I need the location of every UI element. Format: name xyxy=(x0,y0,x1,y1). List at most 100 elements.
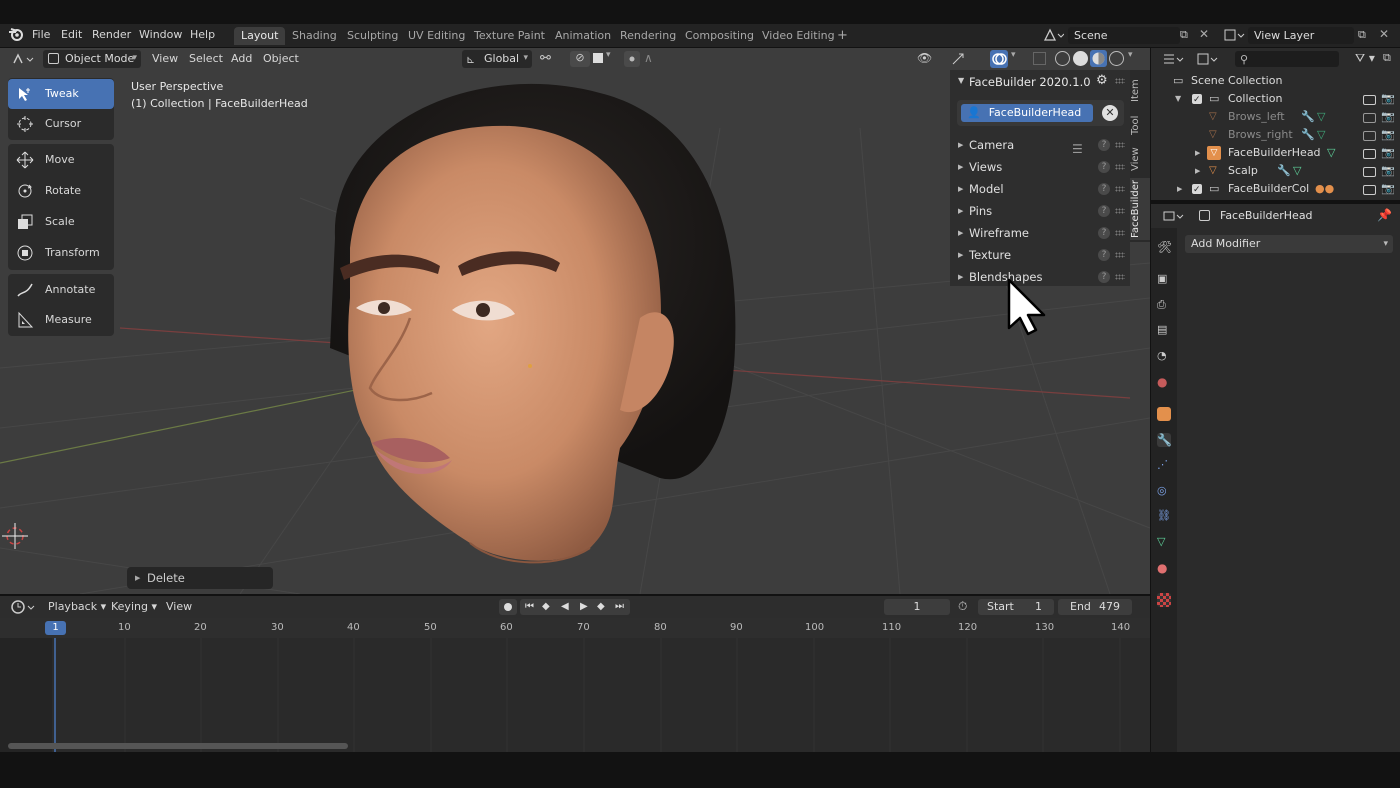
scene-name-field[interactable]: Scene xyxy=(1068,27,1180,44)
viewport-visibility-icon[interactable] xyxy=(1363,95,1376,105)
tab-uv-editing[interactable]: UV Editing xyxy=(401,27,472,45)
drag-handle-icon[interactable] xyxy=(1115,164,1125,170)
outliner-row-scalp[interactable]: ▶ ▽ Scalp 🔧 ▽ 📷 xyxy=(1151,162,1400,180)
outliner-row-scene-collection[interactable]: ▭ Scene Collection xyxy=(1151,72,1400,90)
chevron-down-icon[interactable]: ▾ xyxy=(1011,50,1016,60)
jump-end-icon[interactable]: ⏭ xyxy=(615,599,624,615)
menu-view[interactable]: View xyxy=(152,52,178,65)
add-modifier-dropdown[interactable]: Add Modifier ▾ xyxy=(1185,235,1393,253)
menu-help[interactable]: Help xyxy=(190,28,215,41)
scene-selector-icon[interactable] xyxy=(1042,27,1068,44)
tab-texture-paint[interactable]: Texture Paint xyxy=(467,27,552,45)
menu-render[interactable]: Render xyxy=(92,28,131,41)
output-tab-icon[interactable]: ⎙ xyxy=(1157,298,1171,312)
delete-scene-icon[interactable]: ✕ xyxy=(1199,27,1213,41)
menu-window[interactable]: Window xyxy=(139,28,182,41)
section-views[interactable]: ▶ Views ? xyxy=(950,156,1130,178)
drag-handle-icon[interactable] xyxy=(1115,252,1125,258)
viewport-visibility-icon[interactable] xyxy=(1363,113,1376,123)
delete-view-layer-icon[interactable]: ✕ xyxy=(1379,27,1393,41)
stopwatch-icon[interactable]: ⏱ xyxy=(958,599,967,614)
menu-add[interactable]: Add xyxy=(231,52,252,65)
help-icon[interactable]: ? xyxy=(1098,161,1110,173)
help-icon[interactable]: ? xyxy=(1098,183,1110,195)
next-keyframe-icon[interactable]: ◆ xyxy=(597,599,605,615)
help-icon[interactable]: ? xyxy=(1098,139,1110,151)
delete-head-icon[interactable]: ✕ xyxy=(1102,105,1118,121)
rendered-shading-icon[interactable] xyxy=(1109,51,1124,66)
facebuilder-head-button[interactable]: 👤 FaceBuilderHead xyxy=(961,104,1093,122)
section-camera[interactable]: ▶ Camera ☰ ? xyxy=(950,134,1130,156)
tool-move[interactable]: Move xyxy=(8,145,114,175)
expand-icon[interactable]: ▼ xyxy=(1175,90,1181,108)
new-scene-icon[interactable]: ⧉ xyxy=(1180,28,1194,42)
snap-target-icon[interactable] xyxy=(593,53,603,63)
camera-group-icon[interactable]: ●● xyxy=(1315,180,1334,198)
solid-shading-icon[interactable] xyxy=(1073,51,1088,66)
tab-animation[interactable]: Animation xyxy=(548,27,618,45)
object-tab-icon[interactable] xyxy=(1157,407,1171,421)
editor-type-icon[interactable] xyxy=(10,51,38,67)
tab-video-editing[interactable]: Video Editing xyxy=(755,27,842,45)
outliner-row-brows-left[interactable]: ▽ Brows_left 🔧 ▽ 📷 xyxy=(1151,108,1400,126)
play-reverse-icon[interactable]: ◀ xyxy=(561,599,569,615)
new-view-layer-icon[interactable]: ⧉ xyxy=(1358,28,1372,42)
material-tab-icon[interactable]: ● xyxy=(1157,561,1171,575)
snap-toggle-icon[interactable]: ⊘ xyxy=(570,51,590,67)
expand-icon[interactable]: ▶ xyxy=(1195,162,1200,180)
menu-playback[interactable]: Playback ▾ xyxy=(48,600,106,613)
mesh-data-icon[interactable]: ▽ xyxy=(1317,108,1325,126)
gizmo-icon[interactable] xyxy=(950,51,966,67)
tab-shading[interactable]: Shading xyxy=(285,27,344,45)
help-icon[interactable]: ? xyxy=(1098,227,1110,239)
tab-sculpting[interactable]: Sculpting xyxy=(340,27,405,45)
section-model[interactable]: ▶ Model ? xyxy=(950,178,1130,200)
render-visibility-icon[interactable]: 📷 xyxy=(1381,144,1395,162)
viewport-visibility-icon[interactable] xyxy=(1363,131,1376,141)
blender-logo-icon[interactable] xyxy=(8,27,24,44)
drag-handle-icon[interactable] xyxy=(1115,208,1125,214)
render-visibility-icon[interactable]: 📷 xyxy=(1381,180,1395,198)
overlays-icon[interactable] xyxy=(990,50,1008,68)
tab-compositing[interactable]: Compositing xyxy=(678,27,761,45)
tab-layout[interactable]: Layout xyxy=(234,27,286,45)
menu-keying[interactable]: Keying ▾ xyxy=(111,600,157,613)
menu-object[interactable]: Object xyxy=(263,52,299,65)
tool-tweak[interactable]: Tweak xyxy=(8,79,114,109)
prev-keyframe-icon[interactable]: ◆ xyxy=(542,599,550,615)
viewport-visibility-icon[interactable] xyxy=(1363,167,1376,177)
outliner-row-brows-right[interactable]: ▽ Brows_right 🔧 ▽ 📷 xyxy=(1151,126,1400,144)
filter-icon[interactable]: ⛛ ▾ xyxy=(1355,51,1375,66)
outliner-row-collection[interactable]: ▼ ▭ Collection 📷 xyxy=(1151,90,1400,109)
sidebar-tab-facebuilder[interactable]: FaceBuilder xyxy=(1130,178,1150,240)
menu-timeline-view[interactable]: View xyxy=(166,600,192,613)
transform-orientation-dropdown[interactable]: ⊾ Global ▾ xyxy=(462,50,532,68)
expand-icon[interactable]: ▶ xyxy=(1195,144,1200,162)
object-data-tab-icon[interactable]: ▽ xyxy=(1157,535,1171,549)
timeline-editor-icon[interactable] xyxy=(10,599,38,615)
visibility-icon[interactable]: 👁 xyxy=(917,51,932,65)
drag-handle-icon[interactable] xyxy=(1115,186,1125,192)
section-wireframe[interactable]: ▶ Wireframe ? xyxy=(950,222,1130,244)
section-pins[interactable]: ▶ Pins ? xyxy=(950,200,1130,222)
render-visibility-icon[interactable]: 📷 xyxy=(1381,108,1395,126)
drag-handle-icon[interactable] xyxy=(1115,142,1125,148)
pin-icon[interactable]: 📌 xyxy=(1377,208,1392,222)
mesh-data-icon[interactable]: ▽ xyxy=(1327,144,1335,162)
tool-rotate[interactable]: Rotate xyxy=(8,176,114,206)
modifier-wrench-icon[interactable]: 🔧 xyxy=(1301,126,1315,144)
tool-measure[interactable]: Measure xyxy=(8,305,114,335)
viewport-visibility-icon[interactable] xyxy=(1363,149,1376,159)
view-layer-icon[interactable] xyxy=(1222,27,1248,44)
end-frame-field[interactable]: End 479 xyxy=(1058,599,1132,615)
chevron-down-icon[interactable]: ▾ xyxy=(606,50,611,60)
view-layer-tab-icon[interactable]: ▤ xyxy=(1157,323,1171,337)
modifier-tab-icon[interactable]: 🔧 xyxy=(1157,433,1172,447)
menu-file[interactable]: File xyxy=(32,28,50,41)
play-icon[interactable]: ▶ xyxy=(580,599,588,615)
properties-editor-icon[interactable] xyxy=(1161,208,1187,224)
help-icon[interactable]: ? xyxy=(1098,271,1110,283)
facebuilder-header[interactable]: ▼ FaceBuilder 2020.1.0 ⚙ xyxy=(950,70,1130,94)
frame-ruler[interactable]: 1 10 20 30 40 50 60 70 80 90 100 110 120… xyxy=(0,618,1150,638)
expand-icon[interactable]: ▶ xyxy=(1177,180,1182,198)
